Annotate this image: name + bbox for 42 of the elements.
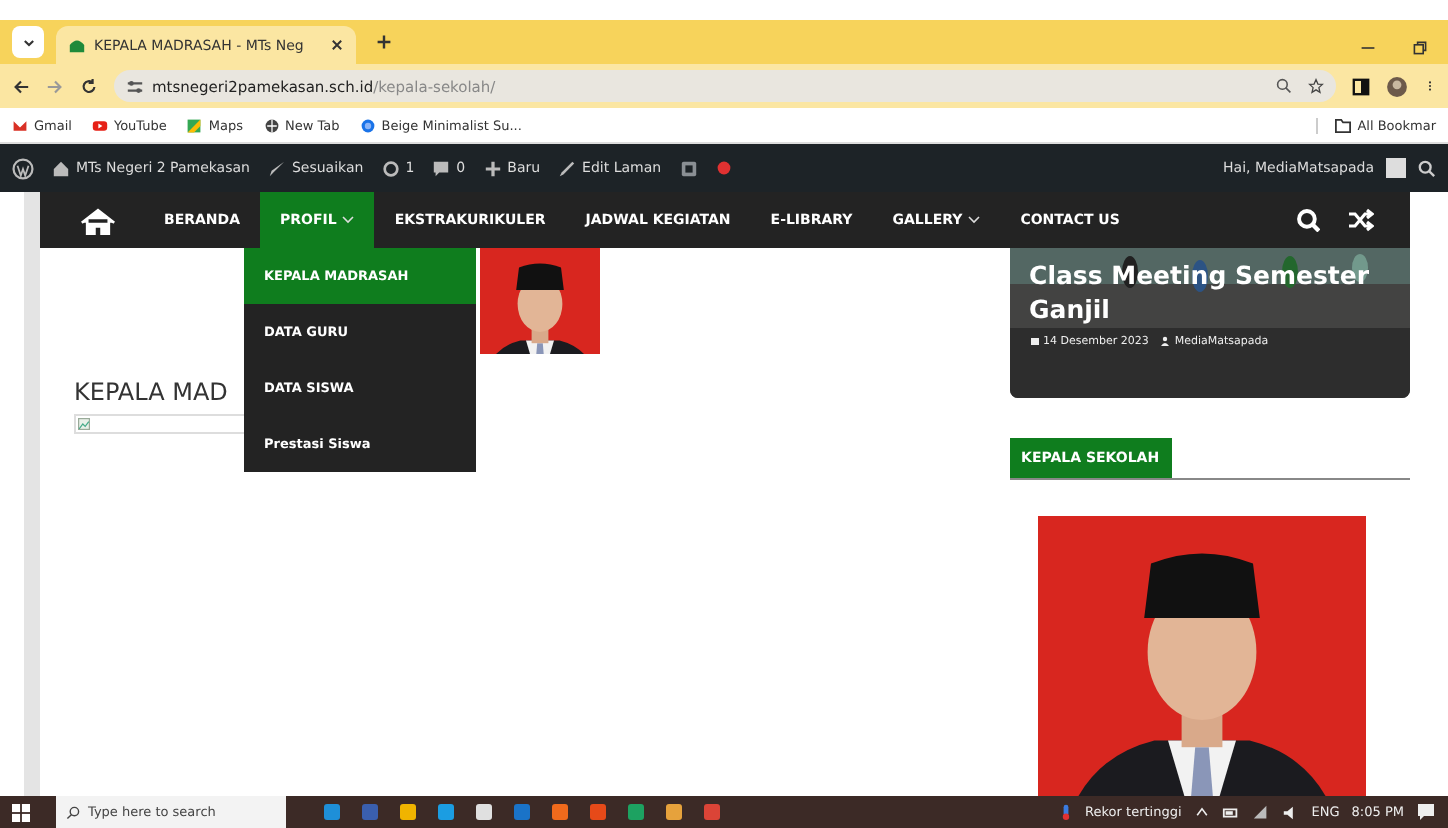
home-icon — [52, 159, 70, 177]
profile-icon[interactable] — [1386, 75, 1408, 97]
mail-icon — [12, 117, 28, 133]
user-icon — [1160, 336, 1171, 347]
shuffle-icon[interactable] — [1348, 208, 1374, 232]
bookmark-star-icon[interactable] — [1308, 78, 1324, 94]
status-dot-icon[interactable] — [715, 160, 732, 176]
close-icon[interactable] — [330, 38, 344, 52]
post-title[interactable]: Class Meeting Semester Ganjil — [1029, 260, 1390, 328]
plus-icon — [483, 159, 502, 177]
chevron-down-icon — [21, 35, 35, 49]
search-icon — [66, 805, 80, 819]
folder-icon — [1333, 117, 1352, 133]
circle-icon — [359, 117, 376, 133]
wordpress-icon[interactable] — [12, 157, 34, 179]
start-icon[interactable] — [11, 803, 29, 821]
restore-icon[interactable] — [1412, 40, 1428, 56]
chevron-up-icon[interactable] — [1193, 804, 1210, 820]
thermometer-icon[interactable] — [1057, 802, 1074, 822]
plus-icon — [376, 34, 392, 50]
map-icon — [186, 117, 203, 133]
search-icon[interactable] — [1296, 208, 1320, 232]
comment-icon — [432, 159, 451, 177]
plugin-icon[interactable] — [679, 159, 698, 177]
notification-icon[interactable] — [1416, 802, 1436, 822]
search-icon[interactable] — [1418, 159, 1436, 177]
calendar-icon — [1029, 336, 1040, 347]
globe-icon — [263, 117, 280, 133]
reload-icon[interactable] — [80, 77, 98, 95]
back-icon[interactable] — [12, 77, 30, 95]
tab-search-button[interactable] — [12, 26, 44, 58]
brush-icon — [267, 159, 286, 177]
battery-icon[interactable] — [1221, 803, 1240, 821]
pencil-icon — [558, 159, 577, 177]
image-icon — [78, 418, 90, 430]
side-panel-icon[interactable] — [1352, 77, 1370, 95]
site-info-icon[interactable] — [126, 77, 144, 95]
site-icon — [68, 36, 86, 54]
zoom-icon[interactable] — [1276, 78, 1292, 94]
play-icon — [91, 117, 108, 133]
page-heading: KEPALA MAD — [74, 378, 228, 406]
home-icon[interactable] — [80, 205, 116, 235]
